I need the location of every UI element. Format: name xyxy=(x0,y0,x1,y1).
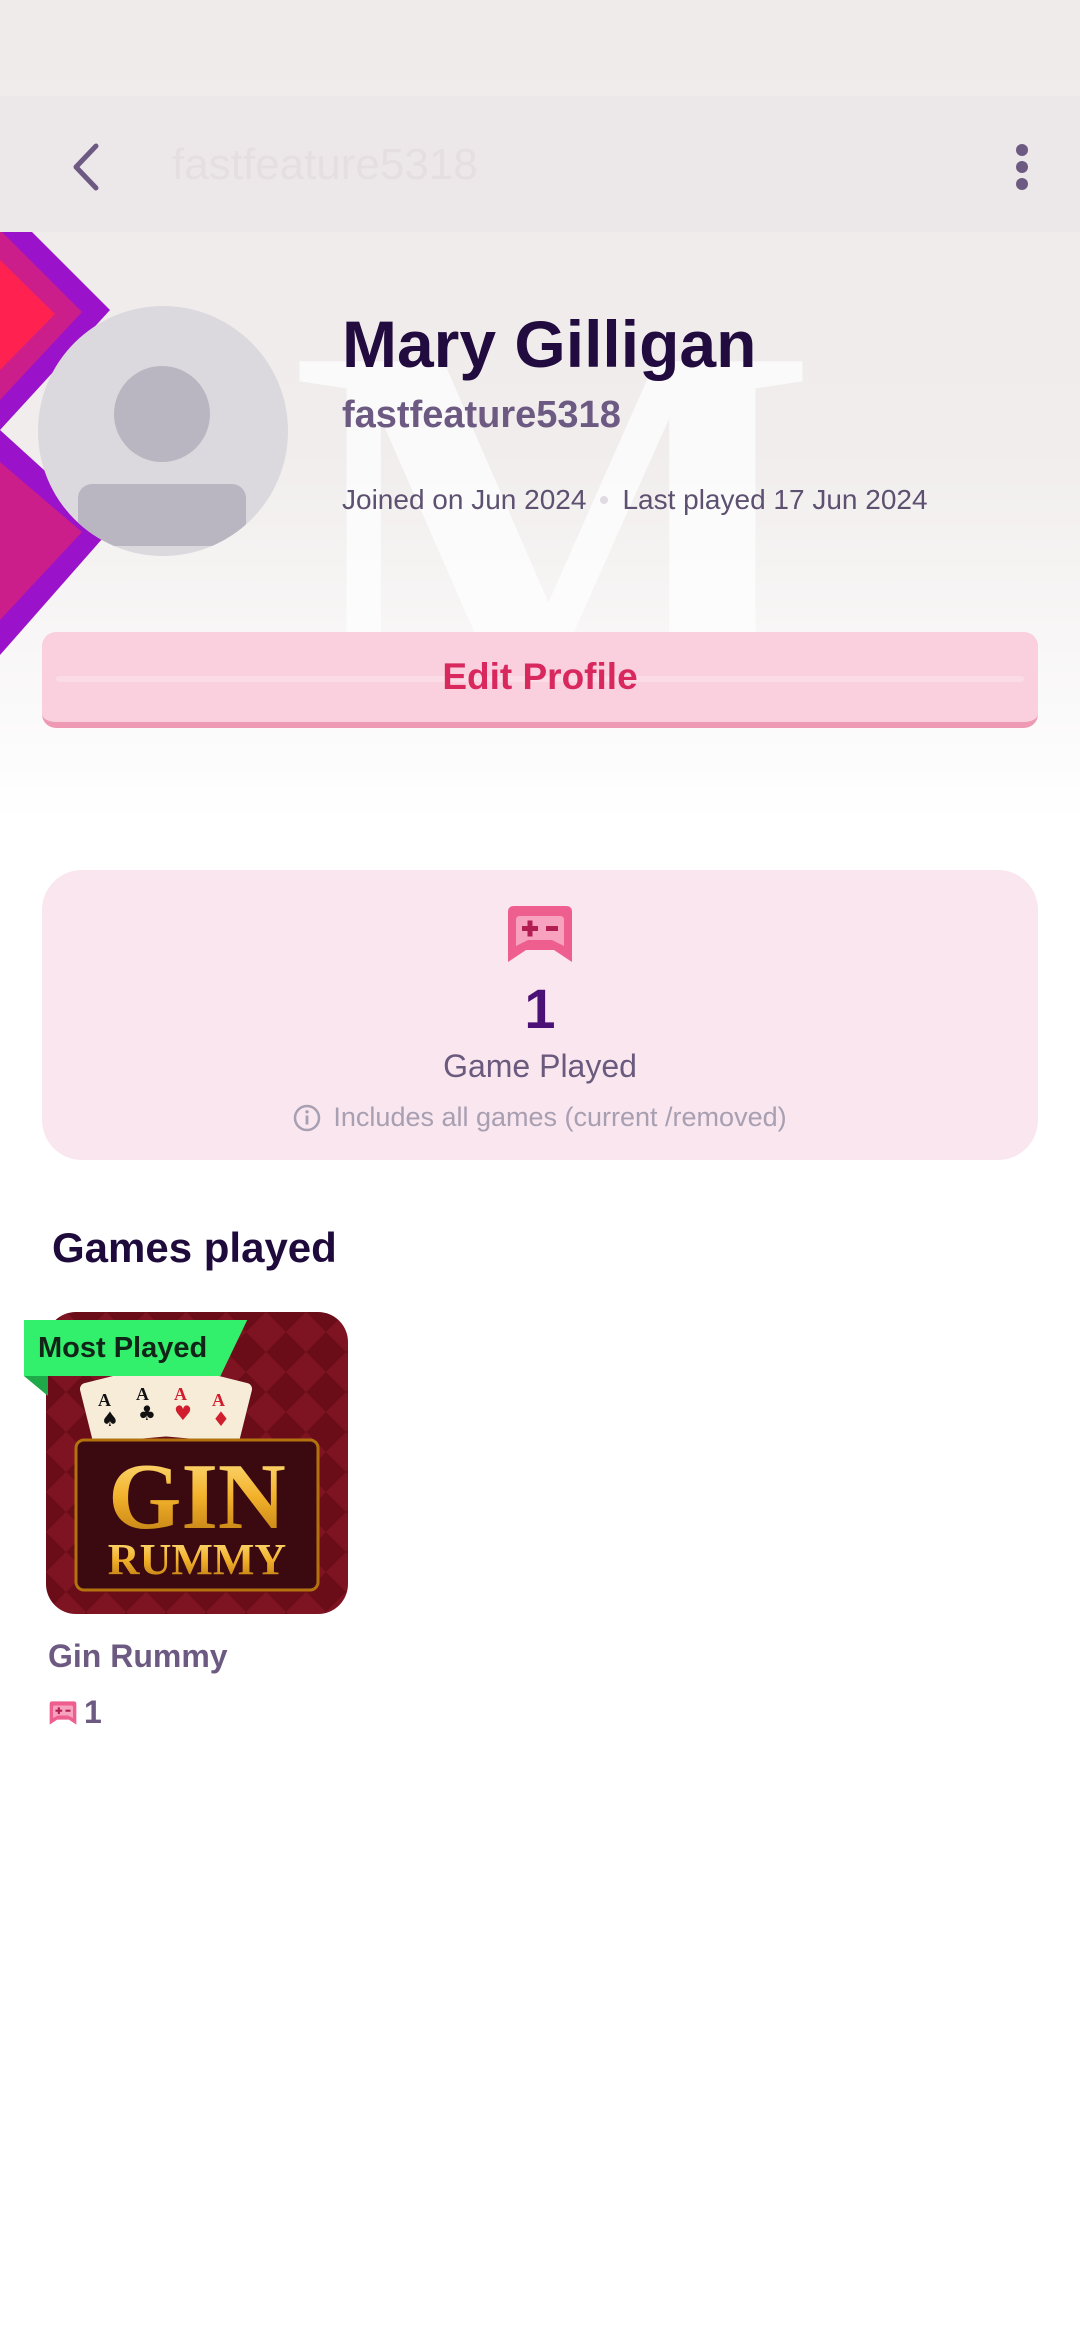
svg-text:♣: ♣ xyxy=(138,1401,156,1425)
games-played-heading: Games played xyxy=(52,1224,337,1271)
svg-text:♥: ♥ xyxy=(174,1401,192,1425)
last-played-date: Last played 17 Jun 2024 xyxy=(622,484,928,515)
game-play-count: 1 xyxy=(48,1694,102,1731)
svg-text:♠: ♠ xyxy=(101,1407,119,1431)
gamepad-icon xyxy=(49,1700,77,1725)
avatar-body-shape xyxy=(78,484,246,546)
game-play-count-value: 1 xyxy=(84,1694,102,1730)
game-art-title-line2: RUMMY xyxy=(108,1535,286,1584)
avatar-head-shape xyxy=(114,366,210,462)
badge-fold xyxy=(24,1376,48,1396)
top-app-bar: fastfeature5318 xyxy=(0,96,1080,232)
most-played-badge: Most Played xyxy=(24,1320,248,1376)
more-vertical-icon xyxy=(1016,144,1028,190)
game-name: Gin Rummy xyxy=(48,1638,228,1674)
joined-date: Joined on Jun 2024 xyxy=(342,484,587,515)
back-arrow-icon xyxy=(73,143,99,191)
topbar-title: fastfeature5318 xyxy=(172,140,478,189)
back-button[interactable] xyxy=(50,132,120,202)
games-played-note[interactable]: Includes all games (current /removed) xyxy=(42,1102,1038,1133)
games-played-card: 1 Game Played Includes all games (curren… xyxy=(42,870,1038,1160)
svg-text:♦: ♦ xyxy=(212,1407,230,1431)
games-played-label: Game Played xyxy=(443,1048,637,1084)
profile-username: fastfeature5318 xyxy=(342,394,621,436)
edit-profile-label: Edit Profile xyxy=(442,656,638,697)
game-art-title-line1: GIN xyxy=(108,1445,286,1549)
info-icon xyxy=(294,1104,321,1131)
profile-name: Mary Gilligan xyxy=(342,307,757,381)
meta-separator xyxy=(600,496,609,504)
more-options-button[interactable] xyxy=(1000,132,1044,202)
profile-meta: Joined on Jun 2024 Last played 17 Jun 20… xyxy=(342,484,928,516)
games-played-count: 1 xyxy=(524,977,556,1040)
gamepad-icon xyxy=(508,906,572,962)
edit-profile-button[interactable]: Edit Profile xyxy=(42,632,1038,728)
games-played-note-text: Includes all games (current /removed) xyxy=(333,1102,787,1132)
avatar[interactable] xyxy=(38,306,288,556)
